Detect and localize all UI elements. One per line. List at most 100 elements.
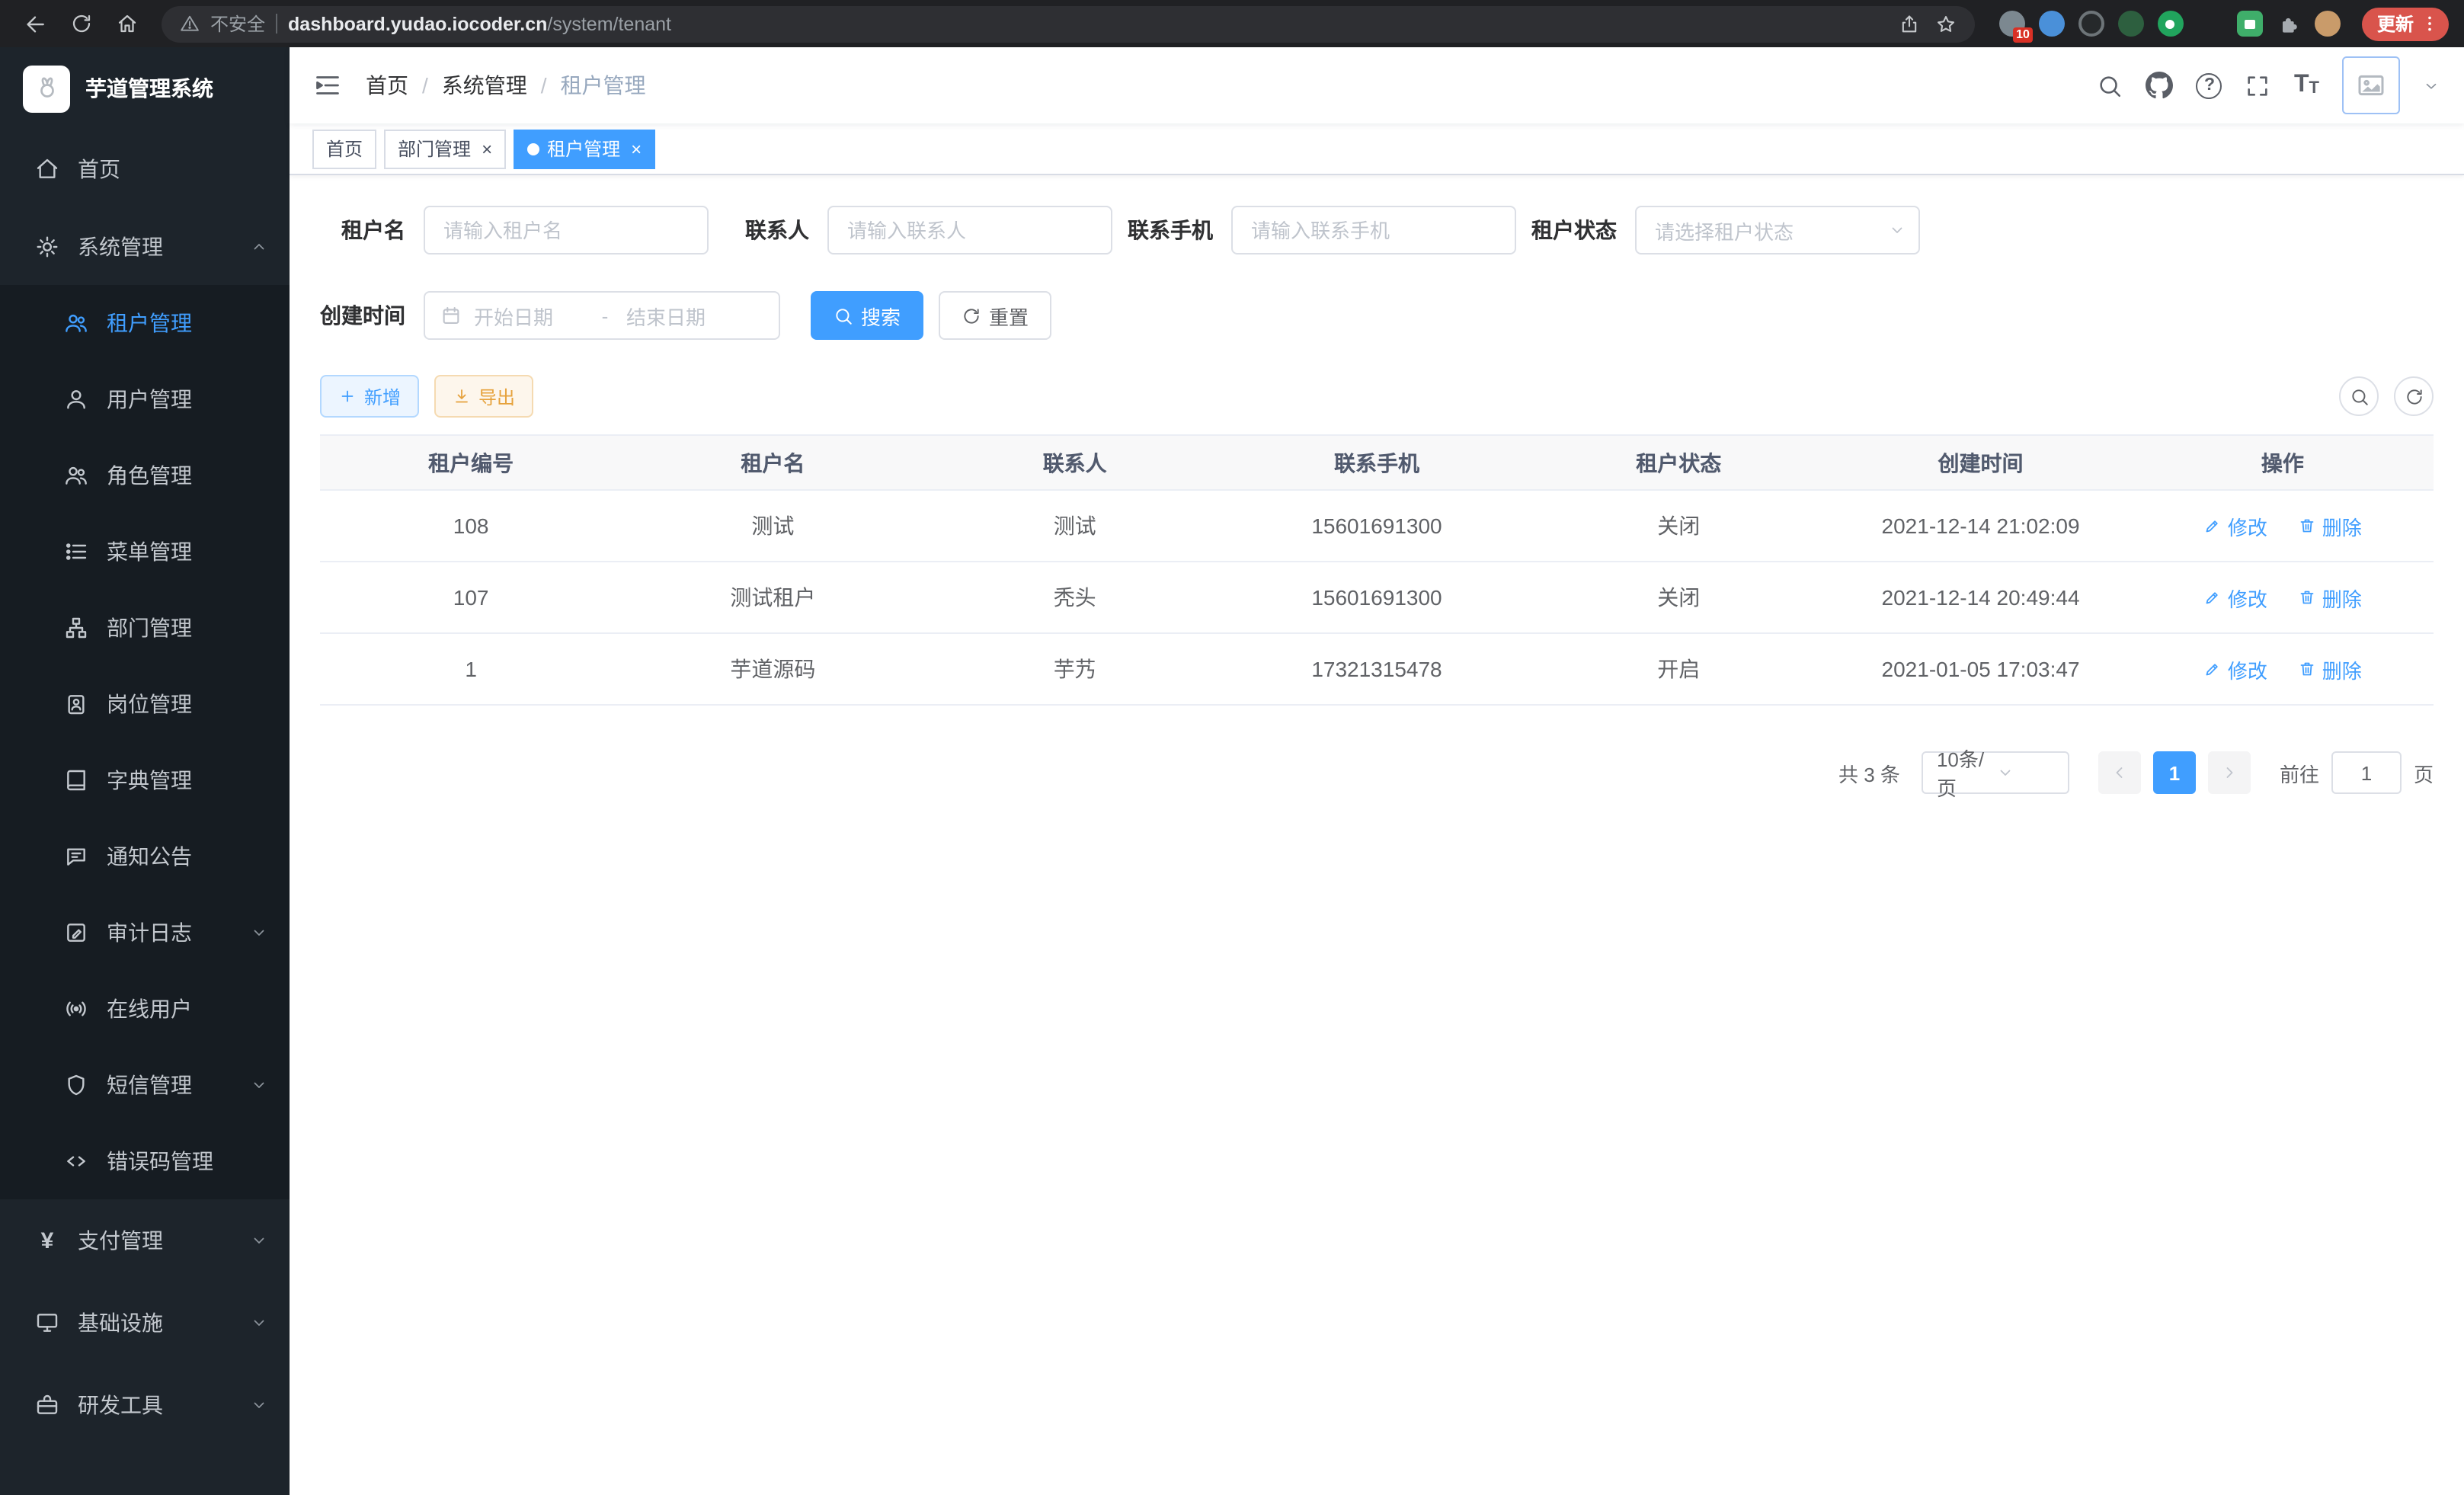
goto-page-input[interactable] <box>2331 751 2402 794</box>
header-search-button[interactable] <box>2098 72 2123 98</box>
export-button-label: 导出 <box>478 383 515 409</box>
url-text: dashboard.yudao.iocoder.cn/system/tenant <box>288 13 1888 34</box>
cell-status: 关闭 <box>1528 562 1829 633</box>
sidebar-item-menu-management[interactable]: 菜单管理 <box>0 514 290 590</box>
page-size-select[interactable]: 10条/页 <box>1922 751 2069 794</box>
refresh-table-button[interactable] <box>2394 376 2434 416</box>
table-header-row: 租户编号 租户名 联系人 联系手机 租户状态 创建时间 操作 <box>320 435 2434 490</box>
sidebar-item-infrastructure[interactable]: 基础设施 <box>0 1282 290 1364</box>
bookmark-star-icon[interactable] <box>1935 13 1957 34</box>
delete-link[interactable]: 删除 <box>2298 583 2362 612</box>
extension-icon[interactable] <box>2197 11 2223 37</box>
address-bar[interactable]: 不安全 dashboard.yudao.iocoder.cn/system/te… <box>162 5 1975 42</box>
not-secure-label: 不安全 <box>210 11 265 37</box>
sidebar-item-payment-management[interactable]: ¥ 支付管理 <box>0 1199 290 1282</box>
fullscreen-button[interactable] <box>2245 72 2271 98</box>
date-separator: - <box>596 304 614 327</box>
tab-tenant-management[interactable]: 租户管理 × <box>514 129 655 168</box>
prev-page-button[interactable] <box>2098 751 2141 794</box>
cell-phone: 17321315478 <box>1226 633 1528 705</box>
sidebar-item-user-management[interactable]: 用户管理 <box>0 361 290 437</box>
delete-link[interactable]: 删除 <box>2298 655 2362 683</box>
close-icon[interactable]: × <box>482 139 492 158</box>
create-time-range-picker[interactable]: 开始日期 - 结束日期 <box>424 291 780 340</box>
tenant-status-select[interactable]: 请选择租户状态 <box>1635 206 1920 255</box>
app-logo-row[interactable]: 芋道管理系统 <box>0 47 290 130</box>
edit-link[interactable]: 修改 <box>2203 583 2267 612</box>
edit-link[interactable]: 修改 <box>2203 655 2267 683</box>
browser-menu-kebab-icon[interactable] <box>2420 14 2440 34</box>
tab-dept-management[interactable]: 部门管理× <box>384 129 506 168</box>
sidebar-item-dict-management[interactable]: 字典管理 <box>0 742 290 818</box>
tenant-name-input[interactable] <box>424 206 709 255</box>
tab-label: 首页 <box>326 136 363 162</box>
browser-home-icon <box>115 12 138 35</box>
page-number-1[interactable]: 1 <box>2153 751 2196 794</box>
export-button[interactable]: 导出 <box>434 375 533 418</box>
tab-home[interactable]: 首页 <box>312 129 376 168</box>
sidebar-item-label: 字典管理 <box>107 765 192 796</box>
goto-label: 前往 <box>2280 758 2319 787</box>
chevron-down-icon <box>1888 221 1906 239</box>
github-link[interactable] <box>2146 72 2174 99</box>
sidebar-bottom-group: ¥ 支付管理 基础设施 研发工具 <box>0 1199 290 1446</box>
browser-home-button[interactable] <box>107 5 146 42</box>
sidebar-item-label: 菜单管理 <box>107 536 192 567</box>
contact-phone-input[interactable] <box>1231 206 1516 255</box>
app-title: 芋道管理系统 <box>85 73 213 104</box>
sidebar-item-sms-management[interactable]: 短信管理 <box>0 1047 290 1123</box>
toggle-search-button[interactable] <box>2339 376 2379 416</box>
page-content: 租户名 联系人 联系手机 租户状态 请选择租户状态 <box>290 175 2464 1495</box>
date-end-placeholder: 结束日期 <box>626 301 736 330</box>
reload-button[interactable] <box>61 5 101 42</box>
user-avatar[interactable] <box>2342 56 2400 114</box>
breadcrumb-home[interactable]: 首页 <box>366 70 408 101</box>
cell-tenant-id: 107 <box>320 562 622 633</box>
sidebar-item-post-management[interactable]: 岗位管理 <box>0 666 290 742</box>
chevron-left-icon <box>2110 764 2129 782</box>
sidebar-item-system-management[interactable]: 系统管理 <box>0 207 290 285</box>
extension-icon[interactable] <box>2078 11 2104 37</box>
sidebar-item-notice-announcement[interactable]: 通知公告 <box>0 818 290 895</box>
cell-created-at: 2021-01-05 17:03:47 <box>1829 633 2131 705</box>
edit-link[interactable]: 修改 <box>2203 511 2267 540</box>
delete-link[interactable]: 删除 <box>2298 511 2362 540</box>
tab-label: 租户管理 <box>547 136 620 162</box>
search-button[interactable]: 搜索 <box>811 291 923 340</box>
sidebar-item-dev-tools[interactable]: 研发工具 <box>0 1364 290 1446</box>
extensions-puzzle-icon[interactable] <box>2277 11 2301 36</box>
sidebar-item-error-code-management[interactable]: 错误码管理 <box>0 1123 290 1199</box>
profile-avatar-icon[interactable] <box>2315 11 2341 37</box>
cell-created-at: 2021-12-14 20:49:44 <box>1829 562 2131 633</box>
extension-icon[interactable] <box>2118 11 2144 37</box>
extension-icon[interactable] <box>2158 11 2184 37</box>
share-icon[interactable] <box>1899 13 1920 34</box>
table-row: 1 芋道源码 芋艿 17321315478 开启 2021-01-05 17:0… <box>320 633 2434 705</box>
sidebar-collapse-button[interactable] <box>314 72 341 99</box>
sidebar-item-audit-log[interactable]: 审计日志 <box>0 895 290 971</box>
col-tenant-name: 租户名 <box>622 435 923 490</box>
sidebar-item-role-management[interactable]: 角色管理 <box>0 437 290 514</box>
contact-input[interactable] <box>827 206 1112 255</box>
sidebar-item-label: 用户管理 <box>107 384 192 415</box>
reset-button[interactable]: 重置 <box>939 291 1051 340</box>
create-time-label: 创建时间 <box>320 300 424 331</box>
col-phone: 联系手机 <box>1226 435 1528 490</box>
extension-icon[interactable]: 10 <box>1999 11 2025 37</box>
app-logo <box>23 65 70 112</box>
avatar-caret-down-icon[interactable] <box>2423 77 2440 94</box>
extension-icon[interactable] <box>2237 11 2263 37</box>
font-size-button[interactable]: TT <box>2294 73 2319 98</box>
close-icon[interactable]: × <box>631 139 642 158</box>
update-button[interactable]: 更新 <box>2362 7 2449 40</box>
sidebar-item-home[interactable]: 首页 <box>0 130 290 207</box>
add-button[interactable]: 新增 <box>320 375 419 418</box>
help-button[interactable]: ? <box>2197 72 2222 98</box>
breadcrumb-system-management[interactable]: 系统管理 <box>442 70 527 101</box>
extension-icon[interactable] <box>2039 11 2065 37</box>
back-button[interactable] <box>15 5 55 42</box>
sidebar-item-dept-management[interactable]: 部门管理 <box>0 590 290 666</box>
sidebar-item-tenant-management[interactable]: 租户管理 <box>0 285 290 361</box>
next-page-button[interactable] <box>2208 751 2251 794</box>
sidebar-item-online-users[interactable]: 在线用户 <box>0 971 290 1047</box>
